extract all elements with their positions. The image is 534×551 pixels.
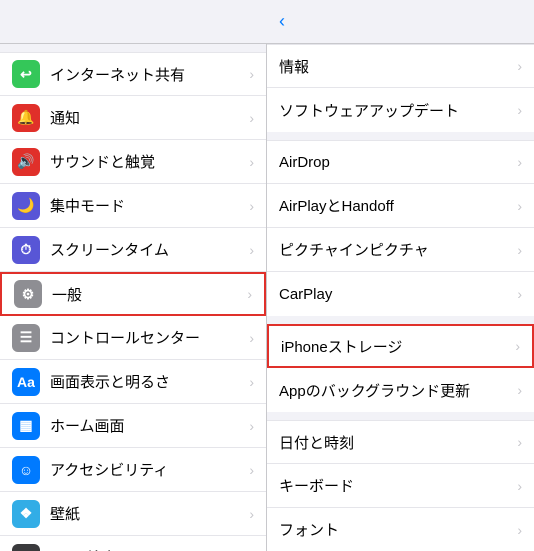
right-group-group2: AirDrop›AirPlayとHandoff›ピクチャインピクチャ›CarPl…	[267, 140, 534, 316]
sound-label: サウンドと触覚	[50, 151, 249, 172]
date-time-chevron-icon: ›	[517, 434, 522, 450]
display-chevron-icon: ›	[249, 374, 254, 390]
settings-group: ↩インターネット共有›🔔通知›🔊サウンドと触覚›🌙集中モード›⏱スクリーンタイム…	[0, 52, 266, 551]
home-screen-chevron-icon: ›	[249, 418, 254, 434]
settings-item-accessibility[interactable]: ☺ アクセシビリティ›	[0, 448, 266, 492]
date-time-label: 日付と時刻	[279, 432, 517, 453]
siri-icon: ◎	[12, 544, 40, 551]
internet-sharing-label: インターネット共有	[50, 64, 249, 85]
nav-bar: ‹	[0, 0, 534, 44]
settings-item-control-center[interactable]: ☰ コントロールセンター›	[0, 316, 266, 360]
display-icon: Aa	[12, 368, 40, 396]
notifications-label: 通知	[50, 107, 249, 128]
fonts-label: フォント	[279, 519, 517, 540]
app-refresh-label: Appのバックグラウンド更新	[279, 380, 517, 401]
software-update-label: ソフトウェアアップデート	[279, 100, 517, 121]
sound-icon: 🔊	[12, 148, 40, 176]
screen-time-chevron-icon: ›	[249, 242, 254, 258]
right-group-group3: iPhoneストレージ›Appのバックグラウンド更新›	[267, 324, 534, 412]
internet-sharing-icon: ↩	[12, 60, 40, 88]
right-item-airplay-handoff[interactable]: AirPlayとHandoff›	[267, 184, 534, 228]
wallpaper-label: 壁紙	[50, 503, 249, 524]
home-screen-icon: ▦	[12, 412, 40, 440]
right-item-keyboard[interactable]: キーボード›	[267, 464, 534, 508]
control-center-icon: ☰	[12, 324, 40, 352]
accessibility-icon: ☺	[12, 456, 40, 484]
iphone-storage-label: iPhoneストレージ	[281, 336, 515, 357]
settings-item-home-screen[interactable]: ▦ ホーム画面›	[0, 404, 266, 448]
right-item-software-update[interactable]: ソフトウェアアップデート›	[267, 88, 534, 132]
control-center-label: コントロールセンター	[50, 327, 249, 348]
general-icon: ⚙	[14, 280, 42, 308]
right-panel: 情報›ソフトウェアアップデート›AirDrop›AirPlayとHandoff›…	[267, 44, 534, 551]
info-chevron-icon: ›	[517, 58, 522, 74]
airplay-handoff-label: AirPlayとHandoff	[279, 195, 517, 216]
keyboard-label: キーボード	[279, 475, 517, 496]
internet-sharing-chevron-icon: ›	[249, 66, 254, 82]
software-update-chevron-icon: ›	[517, 102, 522, 118]
right-item-info[interactable]: 情報›	[267, 44, 534, 88]
group-spacer	[267, 412, 534, 420]
group-spacer	[267, 132, 534, 140]
focus-icon: 🌙	[12, 192, 40, 220]
home-screen-label: ホーム画面	[50, 415, 249, 436]
back-chevron-icon: ‹	[279, 11, 285, 32]
settings-item-notifications[interactable]: 🔔 通知›	[0, 96, 266, 140]
settings-item-sound[interactable]: 🔊 サウンドと触覚›	[0, 140, 266, 184]
pip-chevron-icon: ›	[517, 242, 522, 258]
airdrop-label: AirDrop	[279, 154, 517, 171]
settings-item-general[interactable]: ⚙ 一般›	[0, 272, 266, 316]
general-label: 一般	[52, 284, 247, 305]
pip-label: ピクチャインピクチャ	[279, 239, 517, 260]
notifications-icon: 🔔	[12, 104, 40, 132]
settings-item-focus[interactable]: 🌙 集中モード›	[0, 184, 266, 228]
right-item-airdrop[interactable]: AirDrop›	[267, 140, 534, 184]
display-label: 画面表示と明るさ	[50, 371, 249, 392]
screen-time-label: スクリーンタイム	[50, 239, 249, 260]
accessibility-chevron-icon: ›	[249, 462, 254, 478]
app-refresh-chevron-icon: ›	[517, 382, 522, 398]
screen-time-icon: ⏱	[12, 236, 40, 264]
airdrop-chevron-icon: ›	[517, 154, 522, 170]
wallpaper-icon: ❖	[12, 500, 40, 528]
control-center-chevron-icon: ›	[249, 330, 254, 346]
keyboard-chevron-icon: ›	[517, 478, 522, 494]
right-item-pip[interactable]: ピクチャインピクチャ›	[267, 228, 534, 272]
carplay-label: CarPlay	[279, 286, 517, 303]
info-label: 情報	[279, 56, 517, 77]
nav-right: ‹	[267, 11, 534, 32]
back-button[interactable]: ‹	[279, 11, 287, 32]
focus-label: 集中モード	[50, 195, 249, 216]
right-item-fonts[interactable]: フォント›	[267, 508, 534, 551]
left-panel: ↩インターネット共有›🔔通知›🔊サウンドと触覚›🌙集中モード›⏱スクリーンタイム…	[0, 44, 267, 551]
settings-item-screen-time[interactable]: ⏱ スクリーンタイム›	[0, 228, 266, 272]
sound-chevron-icon: ›	[249, 154, 254, 170]
right-item-carplay[interactable]: CarPlay›	[267, 272, 534, 316]
siri-label: Siriと検索	[50, 547, 249, 551]
main-content: ↩インターネット共有›🔔通知›🔊サウンドと触覚›🌙集中モード›⏱スクリーンタイム…	[0, 44, 534, 551]
carplay-chevron-icon: ›	[517, 286, 522, 302]
settings-item-siri[interactable]: ◎Siriと検索›	[0, 536, 266, 551]
right-group-group1: 情報›ソフトウェアアップデート›	[267, 44, 534, 132]
accessibility-label: アクセシビリティ	[50, 459, 249, 480]
general-chevron-icon: ›	[247, 286, 252, 302]
settings-item-internet-sharing[interactable]: ↩ インターネット共有›	[0, 52, 266, 96]
fonts-chevron-icon: ›	[517, 522, 522, 538]
focus-chevron-icon: ›	[249, 198, 254, 214]
notifications-chevron-icon: ›	[249, 110, 254, 126]
settings-item-display[interactable]: Aa 画面表示と明るさ›	[0, 360, 266, 404]
settings-item-wallpaper[interactable]: ❖ 壁紙›	[0, 492, 266, 536]
right-item-date-time[interactable]: 日付と時刻›	[267, 420, 534, 464]
group-spacer	[267, 316, 534, 324]
right-item-iphone-storage[interactable]: iPhoneストレージ›	[267, 324, 534, 368]
airplay-handoff-chevron-icon: ›	[517, 198, 522, 214]
right-item-app-refresh[interactable]: Appのバックグラウンド更新›	[267, 368, 534, 412]
right-group-group4: 日付と時刻›キーボード›フォント›言語と地域›辞書›	[267, 420, 534, 551]
iphone-storage-chevron-icon: ›	[515, 338, 520, 354]
wallpaper-chevron-icon: ›	[249, 506, 254, 522]
